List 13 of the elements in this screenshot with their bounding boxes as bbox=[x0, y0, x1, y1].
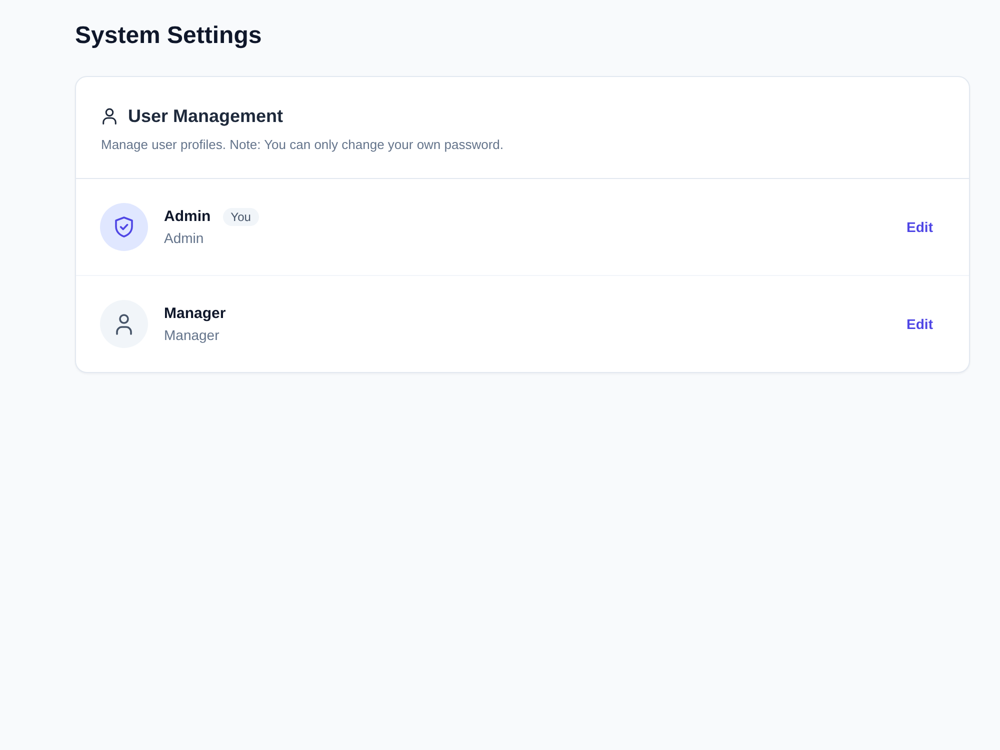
user-name: Admin bbox=[164, 207, 211, 227]
user-icon bbox=[101, 107, 118, 125]
edit-button[interactable]: Edit bbox=[906, 219, 933, 235]
user-avatar-icon bbox=[100, 300, 148, 348]
user-name: Manager bbox=[164, 304, 226, 324]
page-title: System Settings bbox=[75, 21, 262, 51]
user-role: Manager bbox=[164, 326, 220, 344]
edit-button[interactable]: Edit bbox=[906, 316, 933, 332]
current-user-badge: You bbox=[222, 208, 259, 226]
user-role: Admin bbox=[164, 229, 204, 247]
section-description: Manage user profiles. Note: You can only change your own password. bbox=[101, 136, 504, 154]
shield-avatar-icon bbox=[100, 203, 148, 251]
section-title: User Management bbox=[128, 105, 284, 128]
